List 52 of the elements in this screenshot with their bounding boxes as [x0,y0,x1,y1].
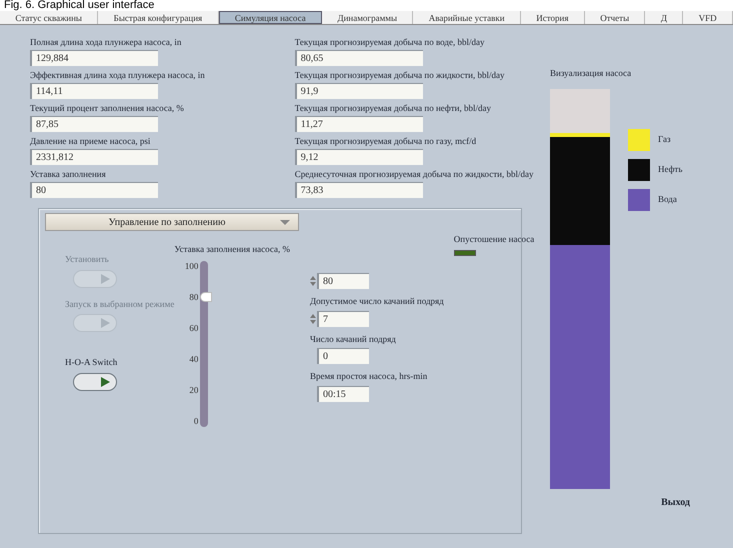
switch-label: Установить [65,253,110,266]
tick-label: 80 [189,292,198,302]
mode-dropdown[interactable]: Управление по заполнению [45,213,299,231]
value-field[interactable]: 91,9 [294,83,423,99]
tick-label: 60 [189,322,198,333]
value-field[interactable]: 114,11 [30,83,158,99]
dropdown-arrow-icon [280,220,290,224]
field-label: Давление на приеме насоса, psi [30,136,152,147]
field-label: Текущая прогнозируемая добыча по нефти, bbl/day [294,103,492,114]
value-field[interactable]: 80 [30,182,158,198]
value-field[interactable]: 87,85 [30,116,158,132]
tab[interactable]: Симуляция насоса [218,11,322,24]
field-label: Текущий процент заполнения насоса, % [30,103,185,114]
value-field[interactable]: 80,65 [294,50,423,66]
legend-label: Нефть [658,162,682,176]
field-label: Полная длина хода плунжера насоса, in [30,37,182,48]
slider-label: Уставка заполнения насоса, % [174,243,290,256]
value-field[interactable]: 9,12 [294,149,423,165]
figure-caption: Fig. 6. Graphical user interface [3,0,156,11]
numeric-field: 0 [316,348,369,364]
value-field[interactable]: 11,27 [294,116,423,132]
field-label: Уставка заполнения [30,169,107,180]
toggle-switch[interactable] [73,372,117,390]
value-field[interactable]: 129,884 [30,50,158,66]
field-label: Число качаний подряд [310,332,397,346]
numeric-field[interactable]: 7 [316,310,369,326]
tick-label: 100 [184,260,198,270]
tick-label: 0 [194,416,198,426]
tick-label: 40 [189,354,198,364]
switch-label: Запуск в выбранном режиме [65,298,174,311]
legend-label: Газ [658,132,671,146]
numeric-field[interactable]: 80 [316,273,369,289]
play-arrow-icon [101,376,110,386]
legend-label: Вода [658,192,677,206]
field-label: Время простоя насоса, hrs-min [310,370,428,383]
slider-thumb[interactable] [200,292,212,302]
field-label: Эффективная длина хода плунжера насоса, in [30,70,205,81]
field-label: Текущая прогнозируемая добыча по газу, mcf/d [294,136,478,147]
led-label: Опустошение насоса [454,233,534,246]
exit-button[interactable]: Выход [661,494,690,510]
play-arrow-icon [101,318,110,328]
tick-label: 20 [189,385,198,396]
field-label: Допустимое число качаний подряд [310,295,444,308]
value-field[interactable]: 73,83 [294,182,423,198]
value-field[interactable]: 2331,812 [30,149,158,165]
switch-label: H-O-A Switch [65,356,118,369]
field-label: Текущая прогнозируемая добыча по жидкости, bbl/day [294,70,506,81]
numeric-field: 00:15 [316,386,369,402]
play-arrow-icon [101,274,110,284]
field-label: Текущая прогнозируемая добыча по воде, bbl/day [294,37,486,48]
field-label: Среднесуточная прогнозируемая добыча по жидкости, bbl/day [294,169,534,180]
tank-title: Визуализация насоса [550,67,632,80]
